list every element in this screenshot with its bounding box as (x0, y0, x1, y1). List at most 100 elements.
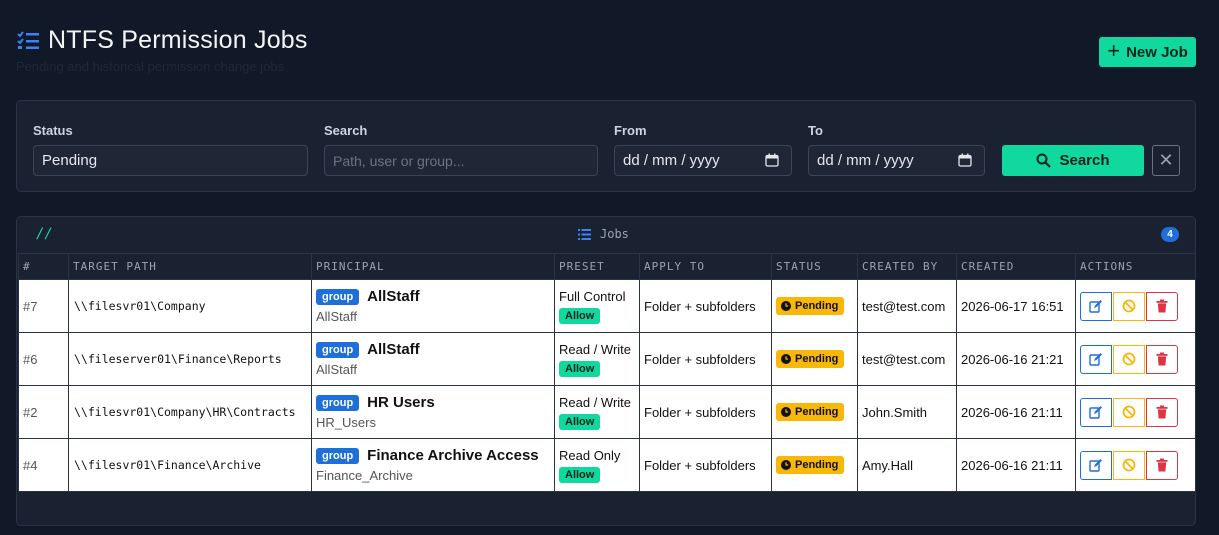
close-icon: ✕ (1158, 150, 1174, 170)
preset-name: Read / Write (559, 394, 632, 410)
trash-icon (1156, 352, 1168, 366)
target-path: \\fileserver01\Finance\Reports (68, 332, 312, 386)
column-header[interactable]: PRINCIPAL (311, 253, 555, 280)
ban-icon (1122, 405, 1136, 419)
status-select[interactable]: Pending (33, 145, 308, 176)
cancel-job-button[interactable] (1113, 291, 1145, 321)
trash-icon (1156, 458, 1168, 472)
cancel-job-button[interactable] (1113, 397, 1145, 427)
table-row[interactable]: #6 \\fileserver01\Finance\Reports group … (18, 332, 1195, 386)
page-subtitle: Pending and historical permission change… (16, 59, 285, 74)
principal-account: AllStaff (316, 309, 357, 324)
status-badge: Pending (776, 350, 845, 368)
edit-button[interactable] (1080, 450, 1112, 480)
principal-cell: group AllStaff AllStaff (311, 279, 555, 333)
column-header[interactable]: CREATED BY (857, 253, 957, 280)
delete-button[interactable] (1146, 344, 1178, 374)
column-header[interactable]: PRESET (554, 253, 640, 280)
page-header: NTFS Permission Jobs Pending and histori… (16, 26, 308, 74)
calendar-icon[interactable] (958, 153, 972, 167)
job-id: #2 (18, 385, 69, 439)
clear-filters-button[interactable]: ✕ (1152, 145, 1180, 176)
principal-type-badge: group (316, 447, 360, 464)
filter-panel: Status Pending Search Path, user or grou… (16, 100, 1196, 192)
target-path: \\filesvr01\Company\HR\Contracts (68, 385, 312, 439)
jobs-prefix: // (36, 226, 53, 242)
edit-button[interactable] (1080, 291, 1112, 321)
status-text: Pending (795, 459, 839, 471)
preset-type-badge: Allow (559, 413, 601, 430)
clock-icon (781, 301, 791, 311)
job-id: #6 (18, 332, 69, 386)
apply-to: Folder + subfolders (639, 438, 772, 492)
table-row[interactable]: #4 \\filesvr01\Finance\Archive group Fin… (18, 438, 1195, 492)
search-icon (1036, 153, 1052, 168)
principal-account: HR_Users (316, 415, 376, 430)
status-label: Status (33, 123, 73, 138)
edit-button[interactable] (1080, 397, 1112, 427)
edit-icon (1089, 459, 1102, 472)
principal-name: Finance Archive Access (367, 447, 539, 464)
created-by: John.Smith (857, 385, 957, 439)
column-header[interactable]: CREATED (956, 253, 1076, 280)
created-by: test@test.com (857, 279, 957, 333)
calendar-icon[interactable] (765, 153, 779, 167)
cancel-job-button[interactable] (1113, 344, 1145, 374)
preset-name: Read Only (559, 447, 621, 463)
to-date-input[interactable]: dd / mm / yyyy (808, 145, 985, 176)
status-cell: Pending (771, 279, 858, 333)
jobs-table: # TARGET PATH PRINCIPAL PRESET APPLY TO … (18, 253, 1195, 492)
created-date: 2026-06-16 21:11 (956, 385, 1076, 439)
table-row[interactable]: #2 \\filesvr01\Company\HR\Contracts grou… (18, 385, 1195, 439)
preset-name: Full Control (559, 288, 626, 304)
status-text: Pending (795, 353, 839, 365)
column-header[interactable]: # (18, 253, 69, 280)
actions-cell (1075, 438, 1195, 492)
search-input[interactable]: Path, user or group... (324, 145, 598, 176)
clock-icon (781, 354, 791, 364)
principal-cell: group HR Users HR_Users (311, 385, 555, 439)
principal-type-badge: group (316, 394, 360, 411)
preset-type-badge: Allow (559, 307, 601, 324)
jobs-count-badge: 4 (1161, 227, 1179, 242)
principal-account: Finance_Archive (316, 468, 413, 483)
apply-to: Folder + subfolders (639, 279, 772, 333)
jobs-panel-header: // Jobs 4 (17, 217, 1195, 253)
clock-icon (781, 407, 791, 417)
created-by: Amy.Hall (857, 438, 957, 492)
from-date-value: dd / mm / yyyy (623, 152, 720, 169)
jobs-panel: // Jobs 4 # TARGET PATH PRINCIPAL PRESET… (16, 216, 1196, 526)
search-button[interactable]: Search (1002, 145, 1144, 176)
created-date: 2026-06-17 16:51 (956, 279, 1076, 333)
status-badge: Pending (776, 403, 845, 421)
to-date-value: dd / mm / yyyy (817, 152, 914, 169)
new-job-button[interactable]: + New Job (1099, 37, 1196, 67)
delete-button[interactable] (1146, 291, 1178, 321)
principal-type-badge: group (316, 341, 360, 358)
from-date-input[interactable]: dd / mm / yyyy (614, 145, 792, 176)
delete-button[interactable] (1146, 397, 1178, 427)
column-header[interactable]: APPLY TO (639, 253, 772, 280)
column-header[interactable]: TARGET PATH (68, 253, 312, 280)
principal-cell: group AllStaff AllStaff (311, 332, 555, 386)
list-check-icon (17, 30, 39, 49)
clock-icon (781, 460, 791, 470)
delete-button[interactable] (1146, 450, 1178, 480)
preset-type-badge: Allow (559, 360, 601, 377)
preset-cell: Read Only Allow (554, 438, 640, 492)
ban-icon (1122, 299, 1136, 313)
target-path: \\filesvr01\Company (68, 279, 312, 333)
status-cell: Pending (771, 438, 858, 492)
edit-icon (1089, 300, 1102, 313)
edit-button[interactable] (1080, 344, 1112, 374)
cancel-job-button[interactable] (1113, 450, 1145, 480)
list-icon (578, 228, 591, 240)
principal-type-badge: group (316, 288, 360, 305)
column-header[interactable]: STATUS (771, 253, 858, 280)
job-id: #4 (18, 438, 69, 492)
apply-to: Folder + subfolders (639, 332, 772, 386)
from-label: From (614, 123, 647, 138)
principal-name: AllStaff (367, 341, 420, 358)
table-row[interactable]: #7 \\filesvr01\Company group AllStaff Al… (18, 279, 1195, 333)
status-text: Pending (795, 300, 839, 312)
